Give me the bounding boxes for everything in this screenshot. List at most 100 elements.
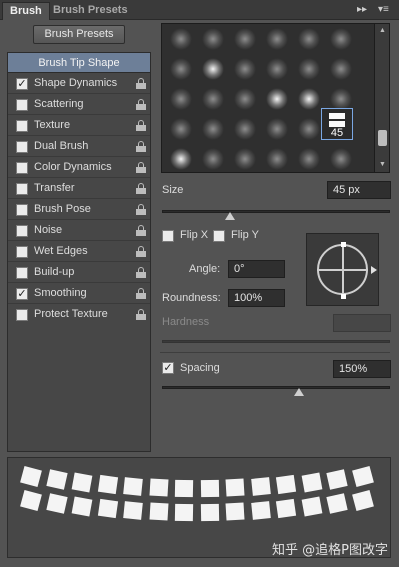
protect-texture-checkbox[interactable] (16, 309, 28, 321)
smoothing-checkbox[interactable]: ✓ (16, 288, 28, 300)
scroll-thumb[interactable] (378, 130, 387, 146)
size-field[interactable]: 45 px (327, 181, 391, 199)
brush-tip-grid[interactable]: 45 ▲ ▼ (161, 23, 390, 173)
option-smoothing[interactable]: ✓ Smoothing (8, 284, 150, 304)
selected-brush-tip[interactable]: 45 (321, 108, 353, 140)
brush-tip-thumbnail[interactable] (330, 28, 352, 50)
roundness-label: Roundness: (162, 292, 221, 304)
brush-tip-thumbnail[interactable] (170, 118, 192, 140)
spacing-label: Spacing (180, 362, 220, 374)
brush-tip-thumbnail[interactable] (202, 28, 224, 50)
lock-icon[interactable] (136, 267, 146, 278)
brush-tip-thumbnail[interactable] (266, 28, 288, 50)
brush-tip-thumbnail[interactable] (170, 28, 192, 50)
brush-tip-thumbnail[interactable] (330, 88, 352, 110)
brush-dab (174, 503, 194, 522)
build-up-checkbox[interactable] (16, 267, 28, 279)
tab-brush-presets[interactable]: Brush Presets (46, 2, 135, 20)
brush-tip-thumbnail[interactable] (234, 28, 256, 50)
brush-tip-thumbnail[interactable] (202, 118, 224, 140)
dual-brush-checkbox[interactable] (16, 141, 28, 153)
option-brush-pose[interactable]: Brush Pose (8, 200, 150, 220)
brush-tip-thumbnail[interactable] (298, 148, 320, 170)
angle-field[interactable]: 0° (228, 260, 285, 278)
roundness-handle-bottom[interactable] (341, 294, 346, 299)
angle-roundness-widget[interactable] (306, 233, 379, 306)
brush-dab (326, 493, 348, 514)
spacing-slider-thumb[interactable] (293, 388, 304, 396)
brush-tip-thumbnail[interactable] (234, 118, 256, 140)
panel-menu-icon[interactable]: ▾≡ (378, 4, 389, 15)
size-slider[interactable] (162, 210, 390, 213)
texture-checkbox[interactable] (16, 120, 28, 132)
flip-y-checkbox[interactable] (213, 230, 225, 242)
brush-tip-thumbnail[interactable] (202, 88, 224, 110)
spacing-slider[interactable] (162, 386, 390, 389)
transfer-checkbox[interactable] (16, 183, 28, 195)
scattering-checkbox[interactable] (16, 99, 28, 111)
brush-tip-thumbnail[interactable] (234, 148, 256, 170)
tab-brush[interactable]: Brush (2, 2, 50, 20)
brush-tip-thumbnail[interactable] (298, 28, 320, 50)
brush-presets-button[interactable]: Brush Presets (33, 25, 125, 44)
noise-checkbox[interactable] (16, 225, 28, 237)
option-wet-edges[interactable]: Wet Edges (8, 242, 150, 262)
brush-tip-thumbnail[interactable] (298, 88, 320, 110)
angle-arrow-icon[interactable] (371, 266, 377, 274)
tip-grid-scrollbar[interactable]: ▲ ▼ (374, 24, 389, 172)
scroll-down-arrow-icon[interactable]: ▼ (379, 161, 386, 168)
option-label: Build-up (34, 266, 75, 278)
lock-icon[interactable] (136, 204, 146, 215)
lock-icon[interactable] (136, 225, 146, 236)
brush-tip-thumbnail[interactable] (170, 58, 192, 80)
brush-tip-thumbnail[interactable] (170, 88, 192, 110)
option-color-dynamics[interactable]: Color Dynamics (8, 158, 150, 178)
brush-dab (351, 465, 374, 488)
scroll-up-arrow-icon[interactable]: ▲ (379, 27, 386, 34)
brush-tip-thumbnail[interactable] (266, 58, 288, 80)
brush-tip-thumbnail[interactable] (202, 58, 224, 80)
brush-tip-thumbnail[interactable] (330, 148, 352, 170)
brush-tip-thumbnail[interactable] (170, 148, 192, 170)
lock-icon[interactable] (136, 162, 146, 173)
spacing-field[interactable]: 150% (333, 360, 391, 378)
roundness-handle-top[interactable] (341, 242, 346, 247)
lock-icon[interactable] (136, 309, 146, 320)
brush-tip-thumbnail[interactable] (202, 148, 224, 170)
flip-x-checkbox[interactable] (162, 230, 174, 242)
spacing-checkbox[interactable]: ✓ (162, 362, 174, 374)
brush-tip-thumbnail[interactable] (330, 58, 352, 80)
brush-tip-thumbnail[interactable] (266, 118, 288, 140)
shape-dynamics-checkbox[interactable]: ✓ (16, 78, 28, 90)
watermark-text: 知乎 @追格P图改字 (272, 543, 388, 558)
option-shape-dynamics[interactable]: ✓ Shape Dynamics (8, 74, 150, 94)
lock-icon[interactable] (136, 120, 146, 131)
brush-tip-thumbnail[interactable] (298, 58, 320, 80)
brush-tip-shape-item[interactable]: Brush Tip Shape (8, 53, 150, 73)
lock-icon[interactable] (136, 183, 146, 194)
lock-icon[interactable] (136, 288, 146, 299)
option-build-up[interactable]: Build-up (8, 263, 150, 283)
option-transfer[interactable]: Transfer (8, 179, 150, 199)
brush-tip-thumbnail[interactable] (266, 148, 288, 170)
brush-tip-thumbnail[interactable] (234, 58, 256, 80)
wet-edges-checkbox[interactable] (16, 246, 28, 258)
option-scattering[interactable]: Scattering (8, 95, 150, 115)
option-protect-texture[interactable]: Protect Texture (8, 305, 150, 325)
option-noise[interactable]: Noise (8, 221, 150, 241)
option-dual-brush[interactable]: Dual Brush (8, 137, 150, 157)
brush-tip-thumbnail[interactable] (234, 88, 256, 110)
option-texture[interactable]: Texture (8, 116, 150, 136)
lock-icon[interactable] (136, 141, 146, 152)
brush-tip-thumbnail[interactable] (298, 118, 320, 140)
double-chevron-right-icon[interactable]: ▸▸ (357, 4, 367, 15)
lock-icon[interactable] (136, 99, 146, 110)
lock-icon[interactable] (136, 246, 146, 257)
brush-tip-thumbnail[interactable] (266, 88, 288, 110)
brush-pose-checkbox[interactable] (16, 204, 28, 216)
color-dynamics-checkbox[interactable] (16, 162, 28, 174)
lock-icon[interactable] (136, 78, 146, 89)
roundness-field[interactable]: 100% (228, 289, 285, 307)
brush-dab (301, 496, 322, 517)
size-slider-thumb[interactable] (225, 212, 236, 220)
